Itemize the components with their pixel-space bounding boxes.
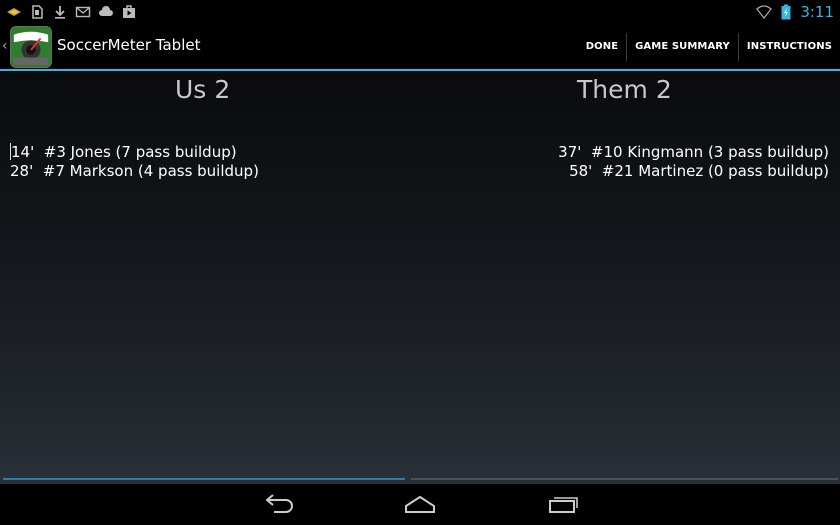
store-icon [6,4,22,20]
them-team-name: Them [577,75,648,104]
back-icon[interactable] [260,492,296,516]
recent-apps-icon[interactable] [545,492,581,516]
action-buttons: DONE GAME SUMMARY INSTRUCTIONS [578,24,840,69]
goals-panel: Us 2 Them 2 14' #3 Jones (7 pass buildup) … [0,71,840,484]
app-logo-icon[interactable] [10,26,52,68]
us-team-name: Us [175,75,207,104]
done-button[interactable]: DONE [578,24,626,69]
goal-text: 14' #3 Jones (7 pass buildup) [11,143,237,161]
goal-row: 58' #21 Martinez (0 pass buildup) [569,162,829,180]
us-team-header: Us 2 [175,75,230,104]
app-title: SoccerMeter Tablet [57,36,201,54]
game-summary-button[interactable]: GAME SUMMARY [627,24,738,69]
action-bar: ‹ SoccerMeter Tablet DONE GAME SUMMARY I… [0,24,840,71]
battery-charging-icon [778,4,794,20]
wifi-icon [756,4,773,20]
media-icon [121,4,137,20]
them-goals-list[interactable]: 37' #10 Kingmann (3 pass buildup) 58' #2… [558,143,829,181]
instructions-button[interactable]: INSTRUCTIONS [739,24,840,69]
download-icon [52,4,68,20]
navigation-bar [0,484,840,525]
home-icon[interactable] [402,492,438,516]
us-column-underline [3,478,405,480]
system-status: 3:11 [756,2,834,22]
notification-icons [6,3,137,21]
clock: 3:11 [800,3,834,21]
sim-card-icon [29,4,45,20]
status-bar: 3:11 [0,0,840,24]
goal-row: 28' #7 Markson (4 pass buildup) [10,162,259,180]
them-score: 2 [655,75,672,104]
mail-icon [75,4,91,20]
goal-row: 37' #10 Kingmann (3 pass buildup) [558,143,829,161]
them-team-header: Them 2 [577,75,672,104]
cloud-upload-icon [98,4,114,20]
us-goals-list[interactable]: 14' #3 Jones (7 pass buildup) 28' #7 Mar… [10,143,259,181]
us-score: 2 [214,75,231,104]
them-column-underline [411,478,838,480]
up-chevron-icon[interactable]: ‹ [2,38,8,54]
goal-row: 14' #3 Jones (7 pass buildup) [10,143,259,162]
